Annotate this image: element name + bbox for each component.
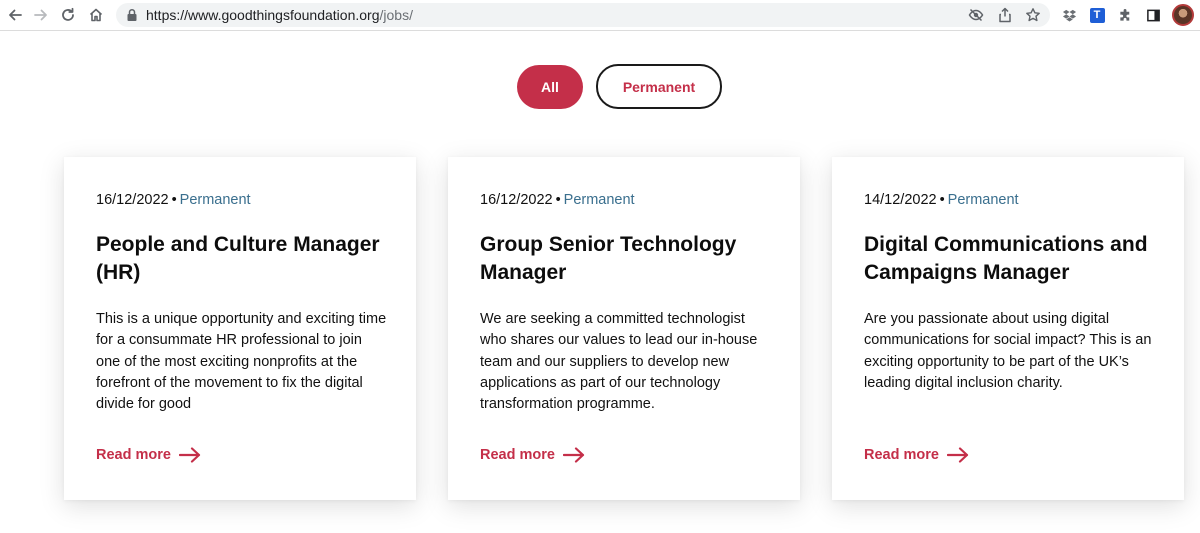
arrow-right-icon — [946, 447, 969, 463]
back-icon[interactable] — [4, 4, 26, 26]
job-separator: • — [939, 192, 945, 208]
lock-icon[interactable] — [126, 8, 138, 22]
filter-permanent-button[interactable]: Permanent — [596, 64, 722, 109]
job-meta: 14/12/2022 • Permanent — [864, 191, 1019, 209]
job-type: Permanent — [563, 192, 635, 208]
job-card: 16/12/2022 • Permanent People and Culture … — [64, 157, 416, 500]
job-title: Group Senior Technology Manager — [480, 233, 737, 284]
filter-all-button[interactable]: All — [517, 65, 583, 109]
job-date: 16/12/2022 — [96, 192, 169, 208]
extension-t-icon[interactable]: T — [1086, 4, 1108, 26]
share-icon[interactable] — [997, 7, 1013, 23]
puzzle-icon[interactable] — [1114, 4, 1136, 26]
sidebar-icon[interactable] — [1142, 4, 1164, 26]
eye-off-icon[interactable] — [968, 7, 984, 23]
job-description: This is a unique opportunity and excitin… — [96, 311, 387, 413]
star-icon[interactable] — [1025, 7, 1041, 23]
url-host: https://www.goodthingsfoundation.org — [146, 7, 380, 23]
read-more-link[interactable]: Read more — [96, 447, 201, 463]
job-separator: • — [555, 192, 561, 208]
job-description: Are you passionate about using digital c… — [864, 311, 1152, 391]
url-path: /jobs/ — [379, 7, 413, 23]
address-bar[interactable]: https://www.goodthingsfoundation.org/job… — [116, 3, 1050, 27]
dropbox-icon[interactable] — [1058, 4, 1080, 26]
read-more-link[interactable]: Read more — [480, 447, 585, 463]
job-card: 16/12/2022 • Permanent Group Senior Techno… — [448, 157, 800, 500]
job-type: Permanent — [179, 192, 251, 208]
job-title: People and Culture Manager (HR) — [96, 233, 380, 284]
url-text[interactable]: https://www.goodthingsfoundation.org/job… — [146, 7, 413, 23]
read-more-label: Read more — [96, 447, 171, 463]
avatar[interactable] — [1172, 4, 1194, 26]
browser-toolbar: https://www.goodthingsfoundation.org/job… — [0, 0, 1200, 31]
read-more-link[interactable]: Read more — [864, 447, 969, 463]
job-type: Permanent — [947, 192, 1019, 208]
job-meta: 16/12/2022 • Permanent — [480, 191, 635, 209]
job-meta: 16/12/2022 • Permanent — [96, 191, 251, 209]
arrow-right-icon — [562, 447, 585, 463]
job-title: Digital Communications and Campaigns Man… — [864, 233, 1148, 284]
job-separator: • — [171, 192, 177, 208]
arrow-right-icon — [178, 447, 201, 463]
job-date: 14/12/2022 — [864, 192, 937, 208]
home-icon[interactable] — [85, 4, 107, 26]
extension-t-label: T — [1089, 7, 1105, 23]
job-date: 16/12/2022 — [480, 192, 553, 208]
job-card: 14/12/2022 • Permanent Digital Communicati… — [832, 157, 1184, 500]
read-more-label: Read more — [864, 447, 939, 463]
reload-icon[interactable] — [57, 4, 79, 26]
forward-icon[interactable] — [30, 4, 52, 26]
job-description: We are seeking a committed technologist … — [480, 311, 758, 413]
read-more-label: Read more — [480, 447, 555, 463]
